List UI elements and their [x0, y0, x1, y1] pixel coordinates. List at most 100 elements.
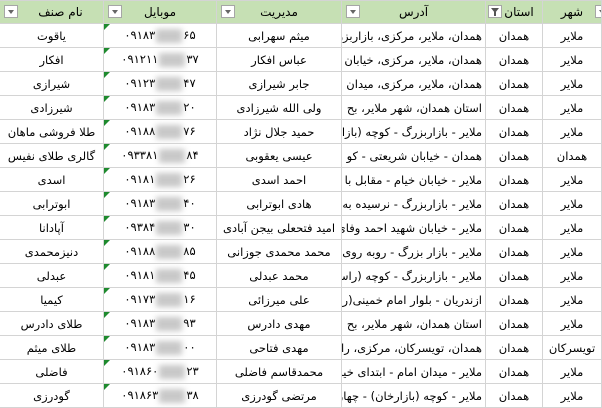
cell-city[interactable]: ملایر [542, 383, 602, 408]
cell-address[interactable]: استان همدان، شهر ملایر، بح [341, 311, 486, 336]
cell-province[interactable]: همدان [485, 71, 543, 96]
cell-city[interactable]: ملایر [542, 119, 602, 144]
filter-dropdown-icon[interactable] [221, 5, 235, 18]
header-address[interactable]: آدرس [341, 0, 486, 24]
cell-province[interactable]: همدان [485, 359, 543, 384]
cell-address[interactable]: ازندریان - بلوار امام خمینی(ره) [341, 287, 486, 312]
cell-guild-name[interactable]: دنیزمحمدی [0, 239, 104, 264]
cell-address[interactable]: ملایر - میدان امام - ابتدای خیا [341, 359, 486, 384]
cell-guild-name[interactable]: یاقوت [0, 23, 104, 48]
cell-province[interactable]: همدان [485, 191, 543, 216]
cell-city[interactable]: ملایر [542, 311, 602, 336]
header-guild-name[interactable]: نام صنف [0, 0, 104, 24]
cell-city[interactable]: همدان [542, 143, 602, 168]
cell-mobile[interactable]: ۰۹۱۸۸ ۷۶ [103, 119, 217, 144]
cell-mobile[interactable]: ۰۹۱۸۶۰ ۲۳ [103, 359, 217, 384]
cell-address[interactable]: همدان، تویسرکان، مرکزی، راس [341, 335, 486, 360]
cell-guild-name[interactable]: گودرزی [0, 383, 104, 408]
cell-guild-name[interactable]: شیرزادی [0, 95, 104, 120]
cell-city[interactable]: ملایر [542, 71, 602, 96]
cell-guild-name[interactable]: آپادانا [0, 215, 104, 240]
filter-dropdown-icon[interactable] [595, 5, 601, 18]
cell-manager[interactable]: ولی الله شیرزادی [216, 95, 342, 120]
cell-mobile[interactable]: ۰۹۱۸۳ ۰۰ [103, 335, 217, 360]
cell-manager[interactable]: محمد عبدلی [216, 263, 342, 288]
cell-mobile[interactable]: ۰۹۱۸۱ ۴۵ [103, 263, 217, 288]
cell-manager[interactable]: جابر شیرازی [216, 71, 342, 96]
header-manager[interactable]: مدیریت [216, 0, 342, 24]
cell-mobile[interactable]: ۰۹۱۸۱ ۲۶ [103, 167, 217, 192]
cell-guild-name[interactable]: فاضلی [0, 359, 104, 384]
cell-city[interactable]: ملایر [542, 95, 602, 120]
cell-city[interactable]: ملایر [542, 167, 602, 192]
cell-city[interactable]: ملایر [542, 191, 602, 216]
cell-mobile[interactable]: ۰۹۱۲۳ ۴۷ [103, 71, 217, 96]
cell-city[interactable]: ملایر [542, 215, 602, 240]
cell-manager[interactable]: هادی ابوترابی [216, 191, 342, 216]
filter-dropdown-icon[interactable] [108, 5, 122, 18]
cell-mobile[interactable]: ۰۹۳۸۴ ۳۰ [103, 215, 217, 240]
cell-manager[interactable]: عباس افکار [216, 47, 342, 72]
cell-province[interactable]: همدان [485, 239, 543, 264]
cell-mobile[interactable]: ۰۹۱۸۳ ۲۰ [103, 95, 217, 120]
cell-manager[interactable]: میثم سهرابی [216, 23, 342, 48]
cell-guild-name[interactable]: طلای میثم [0, 335, 104, 360]
cell-mobile[interactable]: ۰۹۱۸۳ ۹۳ [103, 311, 217, 336]
cell-city[interactable]: ملایر [542, 23, 602, 48]
cell-province[interactable]: همدان [485, 383, 543, 408]
cell-province[interactable]: همدان [485, 311, 543, 336]
cell-city[interactable]: ملایر [542, 239, 602, 264]
filter-dropdown-icon[interactable] [4, 5, 18, 18]
cell-manager[interactable]: مرتضی گودرزی [216, 383, 342, 408]
cell-manager[interactable]: عیسی یعقوبی [216, 143, 342, 168]
cell-province[interactable]: همدان [485, 119, 543, 144]
cell-guild-name[interactable]: طلا فروشی ماهان [0, 119, 104, 144]
cell-address[interactable]: ملایر - بازاربزرگ - کوچه (بازار [341, 119, 486, 144]
cell-mobile[interactable]: ۰۹۳۳۸۱ ۸۴ [103, 143, 217, 168]
cell-city[interactable]: ملایر [542, 47, 602, 72]
cell-mobile[interactable]: ۰۹۱۸۳ ۴۰ [103, 191, 217, 216]
cell-mobile[interactable]: ۰۹۱۷۳ ۱۶ [103, 287, 217, 312]
cell-address[interactable]: ملایر - خیابان شهید احمد وفای [341, 215, 486, 240]
cell-manager[interactable]: امید فتحعلی بیجن آبادی [216, 215, 342, 240]
cell-province[interactable]: همدان [485, 335, 543, 360]
header-mobile[interactable]: موبایل [103, 0, 217, 24]
cell-city[interactable]: ملایر [542, 263, 602, 288]
cell-manager[interactable]: حمید جلال نژاد [216, 119, 342, 144]
cell-province[interactable]: همدان [485, 215, 543, 240]
cell-guild-name[interactable]: اسدی [0, 167, 104, 192]
cell-manager[interactable]: علی میرزائی [216, 287, 342, 312]
cell-address[interactable]: ملایر - بازاربزرگ - کوچه (راسته [341, 263, 486, 288]
cell-address[interactable]: همدان، ملایر، مرکزی، خیابان [341, 47, 486, 72]
cell-manager[interactable]: محمد محمدی جوزانی [216, 239, 342, 264]
cell-city[interactable]: تویسرکان [542, 335, 602, 360]
cell-province[interactable]: همدان [485, 143, 543, 168]
cell-city[interactable]: ملایر [542, 359, 602, 384]
cell-province[interactable]: همدان [485, 167, 543, 192]
cell-province[interactable]: همدان [485, 23, 543, 48]
cell-address[interactable]: ملایر - خیابان خیام - مقابل با [341, 167, 486, 192]
cell-city[interactable]: ملایر [542, 287, 602, 312]
cell-guild-name[interactable]: گالری طلای نفیس [0, 143, 104, 168]
header-city[interactable]: شهر [542, 0, 602, 24]
cell-manager[interactable]: احمد اسدی [216, 167, 342, 192]
cell-address[interactable]: همدان - خیابان شریعتی - کو [341, 143, 486, 168]
cell-manager[interactable]: محمدقاسم فاضلی [216, 359, 342, 384]
cell-address[interactable]: ملایر - بازاربزرگ - نرسیده به [341, 191, 486, 216]
cell-address[interactable]: همدان، ملایر، مرکزی، بازاربزرگ [341, 23, 486, 48]
cell-mobile[interactable]: ۰۹۱۸۶۳ ۳۸ [103, 383, 217, 408]
cell-address[interactable]: استان همدان، شهر ملایر، بح [341, 95, 486, 120]
header-province[interactable]: استان [485, 0, 543, 24]
cell-mobile[interactable]: ۰۹۱۸۸ ۸۵ [103, 239, 217, 264]
filter-applied-icon[interactable] [488, 5, 502, 18]
cell-address[interactable]: ملایر - کوچه (بازارخان) - چهار [341, 383, 486, 408]
cell-guild-name[interactable]: کیمیا [0, 287, 104, 312]
filter-dropdown-icon[interactable] [346, 5, 360, 18]
cell-province[interactable]: همدان [485, 287, 543, 312]
cell-guild-name[interactable]: افکار [0, 47, 104, 72]
cell-mobile[interactable]: ۰۹۱۸۳ ۶۵ [103, 23, 217, 48]
cell-province[interactable]: همدان [485, 263, 543, 288]
cell-guild-name[interactable]: طلای دادرس [0, 311, 104, 336]
cell-guild-name[interactable]: ابوترابی [0, 191, 104, 216]
cell-address[interactable]: همدان، ملایر، مرکزی، میدان ا [341, 71, 486, 96]
